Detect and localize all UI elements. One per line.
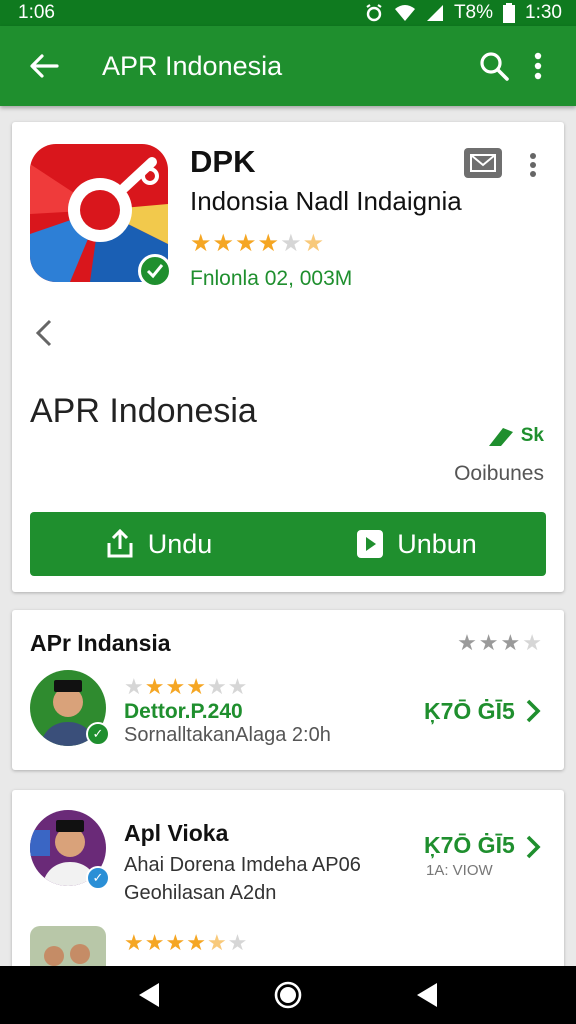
nav-recents-button[interactable] <box>407 975 447 1015</box>
star-icon: ★ <box>302 230 325 257</box>
search-button[interactable] <box>472 44 516 88</box>
signal-icon <box>426 5 443 21</box>
review-count: Ķ7Ō ĠĪ5 <box>424 698 515 724</box>
battery-percent: T8% <box>453 2 494 23</box>
search-icon <box>480 52 509 81</box>
star-icon: ★ <box>257 230 280 257</box>
review-summary-stars: ★ ★ ★ ★ <box>457 632 542 654</box>
status-time-right: 1:30 <box>525 2 562 23</box>
verified-badge-icon: ✓ <box>86 722 110 746</box>
status-icons: T8% 1:30 <box>364 2 562 24</box>
app-size-info: Fnlonla 02, 003M <box>190 267 353 290</box>
page-title: APR Indonesia <box>102 50 283 81</box>
app-name: DPK <box>190 144 256 179</box>
star-icon: ★ <box>124 930 144 955</box>
tag-icon <box>488 428 513 446</box>
review-stars: ★ ★ ★ ★ ★ ★ <box>124 676 247 698</box>
battery-icon <box>503 3 516 23</box>
review-meta: SornalltakanAlaga 2:0h <box>124 724 331 746</box>
action-bar: Undu Unbun <box>30 512 546 576</box>
nav-recents-icon <box>416 983 437 1007</box>
app-rating-stars: ★ ★ ★ ★ ★ ★ <box>190 232 324 256</box>
chevron-right-icon[interactable] <box>520 834 546 860</box>
play-button-label: Unbun <box>397 528 477 559</box>
app-developer: Indonsia Nadl Indaignia <box>190 186 462 216</box>
upload-button-label: Undu <box>147 528 213 559</box>
arrow-back-icon <box>30 54 59 78</box>
mail-icon[interactable] <box>464 148 502 178</box>
star-icon: ★ <box>227 930 248 955</box>
review-section-title: APr Indansia <box>30 630 171 656</box>
play-button[interactable]: Unbun <box>288 512 546 576</box>
app-detail-card: DPK Indonsia Nadl Indaignia ★ ★ ★ ★ ★ ★ Fnlon… <box>12 122 564 592</box>
star-icon: ★ <box>186 674 206 699</box>
star-icon: ★ <box>478 630 499 655</box>
back-button[interactable] <box>22 44 66 88</box>
second-item-line1: Ahai Dorena Imdeha AP06 <box>124 854 361 876</box>
review-author: Dettor.P.240 <box>124 700 243 723</box>
app-bar: APR Indonesia <box>0 26 576 106</box>
star-icon: ★ <box>235 230 257 257</box>
second-item-title: Apl Vioka <box>124 820 229 846</box>
star-icon: ★ <box>522 630 542 655</box>
star-icon: ★ <box>144 674 165 699</box>
wifi-icon <box>394 5 415 21</box>
app-big-title: APR Indonesia <box>30 392 257 430</box>
star-icon: ★ <box>227 674 248 699</box>
status-bar: 1:06 T8% 1:30 <box>0 0 576 26</box>
verified-badge-icon <box>138 254 172 288</box>
star-icon: ★ <box>124 674 144 699</box>
upload-icon <box>107 529 133 558</box>
star-icon: ★ <box>190 230 212 257</box>
second-item-subcount: 1A: VIOW <box>426 862 493 879</box>
verified-badge-icon: ✓ <box>86 866 110 890</box>
star-icon: ★ <box>280 230 302 257</box>
nav-home-button[interactable] <box>268 975 308 1015</box>
second-item-card: ✓ Apl Vioka Ahai Dorena Imdeha AP06 Geoh… <box>12 790 564 980</box>
side-badge: Sk <box>487 424 544 448</box>
side-caption: Ooibunes <box>454 462 544 485</box>
star-icon: ★ <box>212 230 235 257</box>
star-icon: ★ <box>206 930 227 955</box>
star-icon: ★ <box>457 630 477 655</box>
card-more-button[interactable] <box>518 148 548 182</box>
second-item-stars: ★ ★ ★ ★ ★ ★ <box>124 932 247 954</box>
star-icon: ★ <box>206 674 227 699</box>
review-card: APr Indansia ★ ★ ★ ★ ✓ ★ ★ ★ ★ ★ ★ Dettor.P.240 … <box>12 610 564 770</box>
more-vert-icon <box>530 153 536 177</box>
star-icon: ★ <box>500 630 521 655</box>
nav-home-icon <box>274 981 302 1009</box>
alarm-icon <box>366 4 382 22</box>
system-nav-bar <box>0 966 576 1024</box>
status-time-left: 1:06 <box>18 2 55 23</box>
overflow-menu-button[interactable] <box>516 44 560 88</box>
nav-back-button[interactable] <box>129 975 169 1015</box>
play-icon <box>357 530 384 558</box>
nav-back-icon <box>139 983 160 1007</box>
more-vert-icon <box>534 52 542 80</box>
star-icon: ★ <box>165 930 186 955</box>
second-item-line2: Geohilasan A2dn <box>124 882 277 904</box>
second-item-count: Ķ7Ō ĠĪ5 <box>424 832 515 858</box>
upload-button[interactable]: Undu <box>30 512 288 576</box>
star-icon: ★ <box>186 930 206 955</box>
chevron-right-icon[interactable] <box>520 698 546 724</box>
star-icon: ★ <box>165 674 186 699</box>
chevron-left-icon[interactable] <box>30 318 60 348</box>
star-icon: ★ <box>144 930 165 955</box>
side-badge-text: Sk <box>520 425 544 446</box>
